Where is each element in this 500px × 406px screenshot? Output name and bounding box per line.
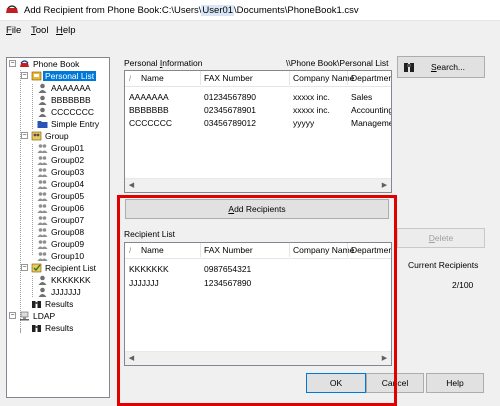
group-icon [37,168,48,177]
folder-icon [37,121,48,128]
tree-node-phone-book[interactable]: − Phone Book [9,58,81,70]
ldap-server-icon [20,311,29,321]
tree-node-group-item[interactable]: Group03 [37,166,86,178]
tree-node-person[interactable]: BBBBBBB [37,94,93,106]
personal-list-header: / Name FAX Number Company Name Departmer [125,71,391,87]
title-username: User01 [201,5,235,16]
title-bar: Add Recipient from Phone Book:C:\Users\U… [0,0,500,21]
menu-file[interactable]: File [6,25,21,36]
table-row[interactable]: CCCCCCC 03456789012 yyyyy Manageme [125,117,391,129]
group-icon [37,192,48,201]
tree-node-group-item[interactable]: Group08 [37,226,86,238]
group-icon [37,252,48,261]
tree-node-personal-list[interactable]: − Personal List [21,70,97,82]
scroll-left-icon[interactable]: ◀ [125,179,138,192]
group-icon [37,216,48,225]
column-header-department[interactable]: Departmer [351,73,391,83]
tree-node-group-item[interactable]: Group01 [37,142,86,154]
current-recipients-count: 2/100 [452,280,474,290]
scroll-right-icon[interactable]: ▶ [378,179,391,192]
tree-node-group-item[interactable]: Group06 [37,202,86,214]
tree-node-group-item[interactable]: Group05 [37,190,86,202]
person-icon [38,83,47,93]
tree-node-ldap[interactable]: − LDAP [9,310,57,322]
tree-node-person[interactable]: AAAAAAA [37,82,93,94]
tree-node-ldap-results[interactable]: Results [31,322,75,334]
tree-node-person[interactable]: JJJJJJJ [37,286,83,298]
phonebook-tree[interactable]: − Phone Book − Personal List AAAAAAA BBB… [6,57,110,398]
horizontal-scrollbar[interactable]: ◀ ▶ [125,178,391,192]
column-header-fax[interactable]: FAX Number [204,73,253,83]
tree-node-group-item[interactable]: Group07 [37,214,86,226]
tree-node-simple-entry[interactable]: Simple Entry [37,118,101,130]
group-icon [37,180,48,189]
personal-info-label: Personal Information [124,58,203,68]
group-icon [37,156,48,165]
search-button[interactable]: Search... [397,56,485,78]
binoculars-icon [32,301,41,308]
tree-node-group-item[interactable]: Group04 [37,178,86,190]
tree-node-group-item[interactable]: Group02 [37,154,86,166]
tree-node-recipient-list[interactable]: − Recipient List [21,262,98,274]
menu-bar: File Tool Help [0,22,500,38]
tree-node-group-item[interactable]: Group09 [37,238,86,250]
table-row[interactable]: BBBBBBB 02345678901 xxxxx inc. Accountin… [125,104,391,116]
delete-button[interactable]: Delete [397,228,485,248]
person-icon [38,107,47,117]
tree-node-person[interactable]: KKKKKKK [37,274,93,286]
menu-tool[interactable]: Tool [31,25,48,36]
group-book-icon [31,131,42,141]
personal-book-icon [31,71,42,81]
person-icon [38,95,47,105]
tree-node-person[interactable]: CCCCCCC [37,106,96,118]
personal-info-path: \\Phone Book\Personal List [286,58,389,68]
tree-node-group[interactable]: − Group [21,130,71,142]
phonebook-icon [20,60,29,67]
group-icon [37,240,48,249]
column-header-name[interactable]: Name [141,73,164,83]
group-icon [37,144,48,153]
phonebook-app-icon [6,5,18,13]
tree-node-group-item[interactable]: Group10 [37,250,86,262]
person-icon [38,275,47,285]
group-icon [37,228,48,237]
recipient-list-icon [31,263,42,273]
binoculars-icon [32,325,41,332]
menu-help[interactable]: Help [56,25,76,36]
personal-info-list[interactable]: / Name FAX Number Company Name Departmer… [124,70,392,193]
tree-node-results[interactable]: Results [31,298,75,310]
highlight-annotation [117,195,397,406]
binoculars-icon [404,63,414,72]
table-row[interactable]: AAAAAAA 01234567890 xxxxx inc. Sales [125,91,391,103]
person-icon [38,287,47,297]
column-header-company[interactable]: Company Name [293,73,354,83]
current-recipients-label: Current Recipients [408,260,479,270]
group-icon [37,204,48,213]
help-button[interactable]: Help [426,373,484,393]
window-title: Add Recipient from Phone Book:C:\Users\U… [24,5,359,16]
